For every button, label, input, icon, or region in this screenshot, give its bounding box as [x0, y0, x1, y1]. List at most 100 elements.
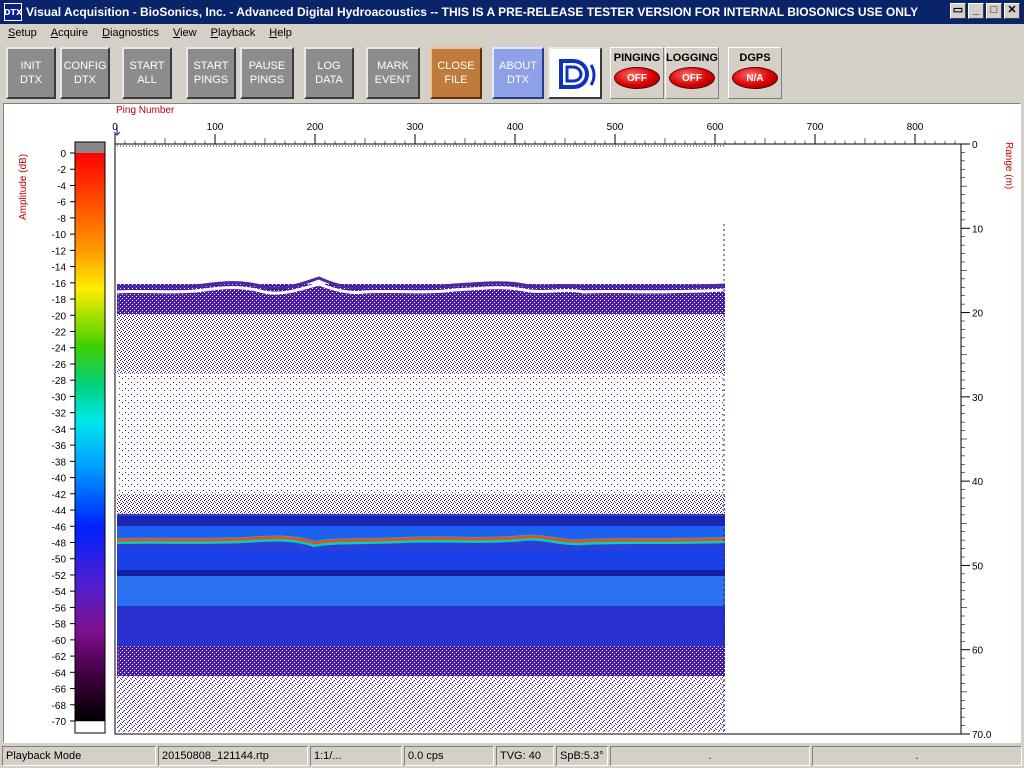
menu-playback[interactable]: Playback	[203, 27, 262, 39]
status-ratio: 1:1/...	[310, 746, 402, 766]
y-tick-label: 20	[972, 309, 984, 320]
menu-acquire[interactable]: Acquire	[43, 27, 94, 39]
x-tick-label: 800	[907, 122, 924, 133]
x-tick-label: 200	[307, 122, 324, 133]
status-spb: SpB:5.3°	[556, 746, 608, 766]
about-dtx-button[interactable]: ABOUT DTX	[492, 47, 544, 99]
colorbar-tick-label: -18	[52, 295, 67, 306]
logging-indicator: LOGGING OFF	[665, 47, 719, 99]
echogram-panel[interactable]: Amplitude (dB) 0 -2 -4 -6 -8 -10 -12 -14 -16 -18 -…	[3, 103, 1021, 743]
dgps-indicator: DGPS N/A	[728, 47, 782, 99]
log-data-button[interactable]: LOG DATA	[304, 47, 354, 99]
restore-icon[interactable]: ▭	[950, 3, 966, 19]
colorbar-ticks: 0 -2 -4 -6 -8 -10 -12 -14 -16 -18 -20 -22 -24 -26 -28 -…	[52, 149, 75, 728]
logging-title: LOGGING	[666, 52, 718, 64]
colorbar-tick-label: -8	[57, 214, 66, 225]
title-bar: DTX Visual Acquisition - BioSonics, Inc.…	[0, 0, 1024, 24]
status-bar: Playback Mode 20150808_121144.rtp 1:1/..…	[0, 745, 1024, 768]
biosonics-logo-button[interactable]	[548, 47, 602, 99]
colorbar-tick-label: -58	[52, 620, 67, 631]
menu-diagnostics[interactable]: Diagnostics	[94, 27, 165, 39]
x-tick-label: 100	[207, 122, 224, 133]
status-field-7: .	[610, 746, 810, 766]
colorbar-tick-label: -30	[52, 392, 67, 403]
y-tick-label: 60	[972, 646, 984, 657]
colorbar-tick-label: -34	[52, 425, 67, 436]
colorbar-tick-label: -44	[52, 506, 67, 517]
x-tick-label: 700	[807, 122, 824, 133]
colorbar	[75, 153, 105, 721]
y-tick-label: 0	[972, 140, 978, 151]
pinging-indicator: PINGING OFF	[610, 47, 664, 99]
pinging-lamp: OFF	[614, 67, 660, 89]
config-dtx-button[interactable]: CONFIG DTX	[60, 47, 110, 99]
x-tick-label: 400	[507, 122, 524, 133]
close-file-button[interactable]: CLOSE FILE	[430, 47, 482, 99]
menu-setup[interactable]: Setup	[0, 27, 43, 39]
x-tick-label: 300	[407, 122, 424, 133]
echogram-plot[interactable]	[113, 125, 962, 735]
colorbar-tick-label: -22	[52, 328, 67, 339]
biosonics-logo-icon	[559, 59, 596, 89]
colorbar-tick-label: -12	[52, 246, 67, 257]
colorbar-tick-label: -4	[57, 181, 66, 192]
colorbar-tick-label: -62	[52, 652, 67, 663]
colorbar-tick-label: -42	[52, 490, 67, 501]
colorbar-tick-label: -60	[52, 636, 67, 647]
mark-event-button[interactable]: MARK EVENT	[366, 47, 420, 99]
y-tick-label: 30	[972, 393, 984, 404]
colorbar-tick-label: -66	[52, 685, 67, 696]
y-axis-ticks: 0 10 20 30 40 50 60 70.0	[961, 140, 992, 741]
y-tick-label: 10	[972, 224, 984, 235]
window-title: Visual Acquisition - BioSonics, Inc. - A…	[26, 5, 919, 19]
colorbar-tick-label: -70	[52, 717, 67, 728]
colorbar-tick-label: -36	[52, 441, 67, 452]
colorbar-tick-label: -10	[52, 230, 67, 241]
status-tvg: TVG: 40	[496, 746, 554, 766]
colorbar-tick-label: -16	[52, 279, 67, 290]
colorbar-tick-label: -68	[52, 701, 67, 712]
x-tick-label: 600	[707, 122, 724, 133]
colorbar-tick-label: 0	[60, 149, 66, 160]
y-tick-label: 40	[972, 477, 984, 488]
menu-bar: Setup Acquire Diagnostics View Playback …	[0, 24, 1024, 42]
status-cps: 0.0 cps	[404, 746, 494, 766]
pause-pings-button[interactable]: PAUSE PINGS	[240, 47, 294, 99]
colorbar-tick-label: -6	[57, 198, 66, 209]
y-tick-label: 50	[972, 561, 984, 572]
x-axis-ticks: 0 100 200 300 400 500 600 700 800	[112, 122, 956, 144]
colorbar-tick-label: -28	[52, 376, 67, 387]
colorbar-tick-label: -38	[52, 457, 67, 468]
colorbar-tick-label: -32	[52, 409, 67, 420]
colorbar-tick-label: -20	[52, 311, 67, 322]
init-dtx-button[interactable]: INIT DTX	[6, 47, 56, 99]
x-axis-label: Ping Number	[116, 105, 175, 116]
y-axis-label: Range (m)	[1003, 142, 1014, 189]
x-tick-label: 0	[112, 122, 118, 133]
start-pings-button[interactable]: START PINGS	[186, 47, 236, 99]
pinging-title: PINGING	[613, 52, 661, 64]
status-field-8: .	[812, 746, 1022, 766]
colorbar-tick-label: -2	[57, 165, 66, 176]
dgps-lamp: N/A	[732, 67, 778, 89]
colorbar-tick-label: -48	[52, 538, 67, 549]
maximize-icon[interactable]: □	[986, 3, 1002, 19]
colorbar-tick-label: -52	[52, 571, 67, 582]
status-file: 20150808_121144.rtp	[158, 746, 308, 766]
colorbar-tick-label: -50	[52, 555, 67, 566]
minimize-icon[interactable]: _	[968, 3, 984, 19]
colorbar-tick-label: -56	[52, 603, 67, 614]
colorbar-tick-label: -14	[52, 263, 67, 274]
x-tick-label: 500	[607, 122, 624, 133]
colorbar-tick-label: -40	[52, 474, 67, 485]
menu-help[interactable]: Help	[261, 27, 298, 39]
colorbar-tick-label: -26	[52, 360, 67, 371]
colorbar-tick-label: -24	[52, 344, 67, 355]
logging-lamp: OFF	[669, 67, 715, 89]
colorbar-tick-label: -46	[52, 522, 67, 533]
close-icon[interactable]: ✕	[1004, 3, 1020, 19]
menu-view[interactable]: View	[165, 27, 203, 39]
start-all-button[interactable]: START ALL	[122, 47, 172, 99]
dgps-title: DGPS	[739, 52, 771, 64]
y-tick-label: 70.0	[972, 730, 992, 741]
